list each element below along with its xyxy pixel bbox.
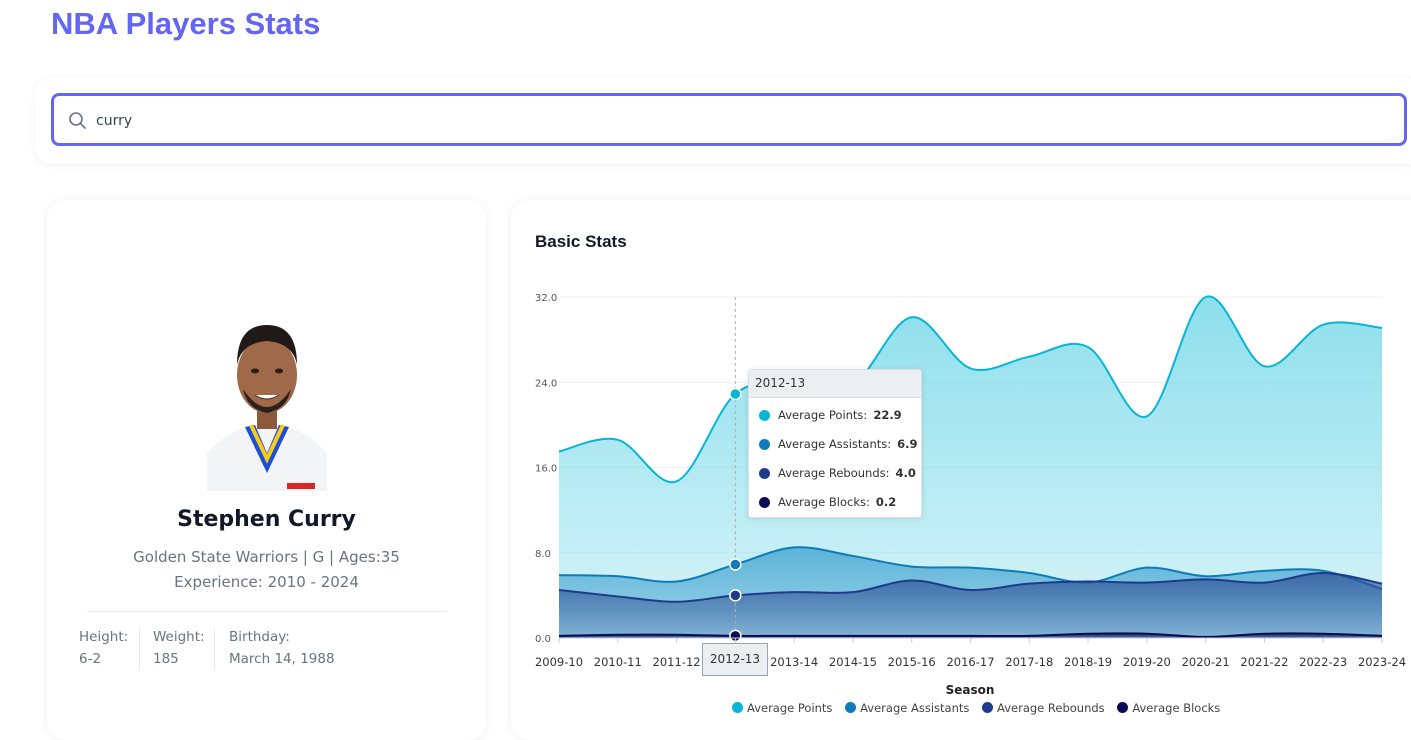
legend-item-points[interactable]: Average Points <box>732 701 832 715</box>
x-tick-label: 2015-16 <box>888 655 936 669</box>
x-tick-label: 2009-10 <box>535 655 583 669</box>
tooltip-value: 0.2 <box>875 495 897 509</box>
x-axis-title: Season <box>945 683 995 697</box>
tooltip-value: 6.9 <box>897 437 918 451</box>
tooltip-label: Average Rebounds: <box>778 466 890 480</box>
area-chart[interactable]: 0.0 8.0 16.0 24.0 32.0 2009-10 2010-11 2011-12… <box>0 0 1411 722</box>
legend-dot-icon <box>1117 702 1129 713</box>
x-tick-label: 2010-11 <box>594 655 642 669</box>
x-tick-label: 2021-22 <box>1240 655 1288 669</box>
tooltip-row: Average Rebounds: 4.0 <box>759 465 916 481</box>
x-tick-label: 2013-14 <box>770 655 818 669</box>
tooltip-row: Average Assistants: 6.9 <box>759 436 918 452</box>
legend-item-assistants[interactable]: Average Assistants <box>845 701 969 715</box>
data-point-marker <box>729 558 742 571</box>
y-tick-label: 8.0 <box>535 549 551 560</box>
tooltip-row: Average Points: 22.9 <box>759 407 902 423</box>
y-tick-label: 0.0 <box>535 634 551 645</box>
x-tick-label: 2019-20 <box>1123 655 1171 669</box>
x-tick-label: 2014-15 <box>829 655 877 669</box>
tooltip-title: 2012-13 <box>749 370 921 398</box>
tooltip-value: 22.9 <box>873 408 902 422</box>
legend-dot-icon <box>845 702 857 713</box>
legend-label: Average Rebounds <box>997 701 1105 715</box>
x-axis-highlight-label: 2012-13 <box>702 643 768 676</box>
chart-tooltip: 2012-13 Average Points: 22.9 Average Assi… <box>748 369 922 518</box>
x-tick-label: 2023-24 <box>1358 655 1406 669</box>
x-tick-label: 2018-19 <box>1064 655 1112 669</box>
legend-item-rebounds[interactable]: Average Rebounds <box>982 701 1105 715</box>
legend-label: Average Points <box>747 701 833 715</box>
legend-dot-icon <box>759 497 770 508</box>
legend-dot-icon <box>759 439 770 450</box>
chart-legend: Average Points Average Assistants Averag… <box>732 701 1229 717</box>
y-tick-label: 32.0 <box>535 293 557 304</box>
y-tick-label: 16.0 <box>535 464 557 475</box>
tooltip-label: Average Blocks: <box>778 495 870 509</box>
y-tick-label: 24.0 <box>535 378 557 389</box>
tooltip-row: Average Blocks: 0.2 <box>759 494 896 510</box>
legend-label: Average Assistants <box>860 701 970 715</box>
legend-dot-icon <box>982 702 994 713</box>
data-point-marker <box>729 589 742 602</box>
legend-dot-icon <box>759 468 770 479</box>
x-tick-label: 2011-12 <box>653 655 701 669</box>
legend-item-blocks[interactable]: Average Blocks <box>1117 701 1220 715</box>
x-tick-label: 2016-17 <box>946 655 994 669</box>
x-tick-label: 2017-18 <box>1005 655 1053 669</box>
tooltip-label: Average Points: <box>778 408 868 422</box>
legend-dot-icon <box>732 702 743 713</box>
tooltip-value: 4.0 <box>895 466 916 480</box>
x-tick-label: 2020-21 <box>1182 655 1230 669</box>
legend-label: Average Blocks <box>1132 701 1221 715</box>
tooltip-label: Average Assistants: <box>778 437 892 451</box>
data-point-marker <box>729 387 742 401</box>
legend-dot-icon <box>759 410 770 421</box>
x-tick-label: 2022-23 <box>1299 655 1347 669</box>
